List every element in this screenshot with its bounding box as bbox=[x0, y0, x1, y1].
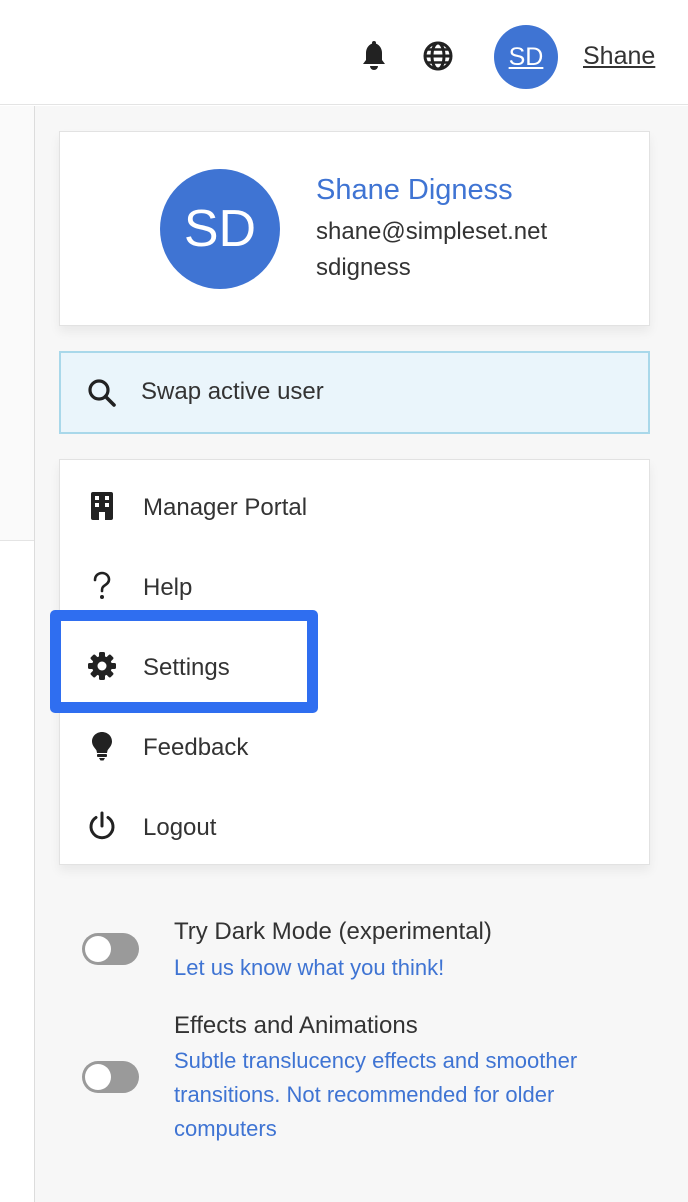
menu-item-label: Help bbox=[143, 574, 193, 601]
top-bar: SD Shane bbox=[0, 0, 688, 105]
profile-username: sdigness bbox=[316, 254, 411, 281]
profile-avatar: SD bbox=[160, 169, 280, 289]
menu-item-manager-portal[interactable]: Manager Portal bbox=[60, 467, 649, 539]
effects-title: Effects and Animations bbox=[174, 1012, 418, 1039]
avatar[interactable]: SD bbox=[494, 25, 558, 89]
background-page-lower bbox=[0, 541, 34, 1202]
profile-name[interactable]: Shane Digness bbox=[316, 174, 513, 207]
effects-description: Subtle translucency effects and smoother… bbox=[174, 1048, 578, 1141]
settings-highlight-box bbox=[50, 610, 318, 713]
menu-item-label: Feedback bbox=[143, 734, 249, 761]
lightbulb-icon bbox=[87, 731, 117, 761]
profile-card: SD Shane Digness shane@simpleset.net sdi… bbox=[59, 131, 650, 326]
menu-item-label: Manager Portal bbox=[143, 494, 308, 521]
user-menu-link[interactable]: Shane bbox=[583, 42, 655, 71]
menu-item-logout[interactable]: Logout bbox=[60, 787, 649, 859]
menu-item-feedback[interactable]: Feedback bbox=[60, 707, 649, 779]
menu-item-label: Logout bbox=[143, 814, 217, 841]
dark-mode-feedback-link[interactable]: Let us know what you think! bbox=[174, 951, 624, 985]
swap-label: Swap active user bbox=[141, 378, 324, 405]
menu-item-help[interactable]: Help bbox=[60, 547, 649, 619]
building-icon bbox=[87, 491, 117, 521]
effects-toggle[interactable] bbox=[82, 1061, 139, 1093]
dark-mode-title: Try Dark Mode (experimental) bbox=[174, 918, 492, 945]
globe-icon[interactable] bbox=[418, 36, 458, 76]
dark-mode-toggle[interactable] bbox=[82, 933, 139, 965]
power-icon bbox=[87, 811, 117, 841]
question-icon bbox=[87, 571, 117, 601]
profile-email: shane@simpleset.net bbox=[316, 218, 548, 245]
swap-active-user-button[interactable]: Swap active user bbox=[59, 351, 650, 434]
bell-icon[interactable] bbox=[354, 36, 394, 76]
search-icon bbox=[87, 378, 117, 413]
